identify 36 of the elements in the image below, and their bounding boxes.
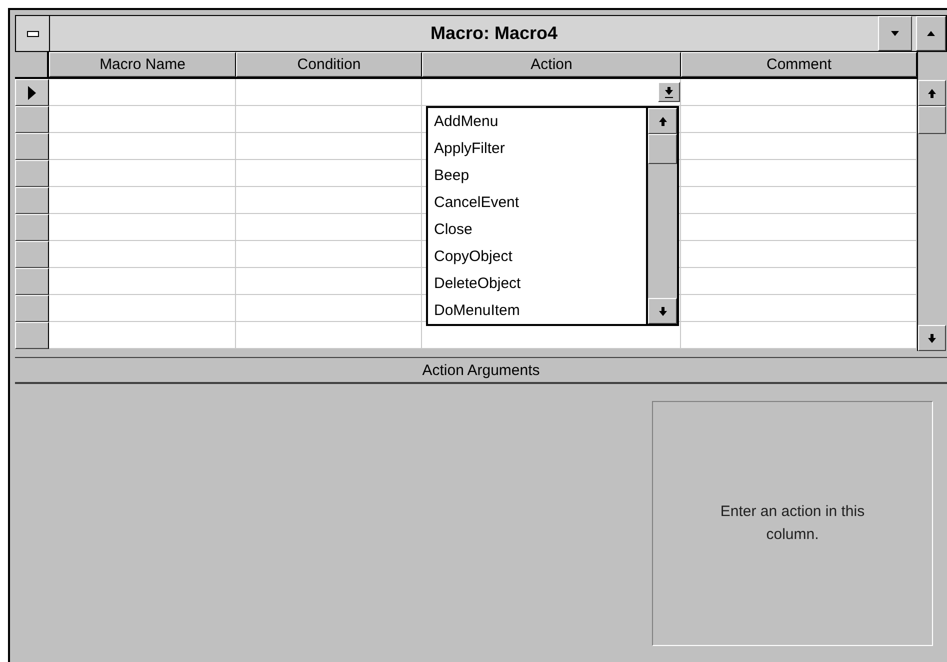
scroll-thumb[interactable] bbox=[918, 106, 946, 134]
table-cell[interactable] bbox=[49, 322, 236, 349]
row-selector[interactable] bbox=[15, 322, 49, 349]
dropdown-button[interactable] bbox=[658, 82, 680, 102]
minimize-button[interactable] bbox=[878, 16, 912, 51]
down-arrow-icon bbox=[658, 306, 668, 316]
scroll-down-button[interactable] bbox=[648, 298, 677, 324]
column-header: Macro Name bbox=[49, 52, 236, 77]
row-selector[interactable] bbox=[15, 106, 49, 133]
control-menu-icon bbox=[26, 30, 38, 36]
scroll-up-button[interactable] bbox=[918, 80, 946, 106]
current-row-icon bbox=[28, 86, 36, 100]
row-selector[interactable] bbox=[15, 133, 49, 160]
column-header: Condition bbox=[236, 52, 422, 77]
column-header: Comment bbox=[681, 52, 917, 77]
row-selector[interactable] bbox=[15, 187, 49, 214]
scroll-thumb[interactable] bbox=[648, 134, 677, 164]
up-arrow-icon bbox=[927, 88, 937, 98]
table-cell[interactable] bbox=[681, 322, 917, 349]
row-selector[interactable] bbox=[15, 295, 49, 322]
down-arrow-icon bbox=[664, 86, 674, 98]
row-selector[interactable] bbox=[15, 214, 49, 241]
up-arrow-icon bbox=[658, 116, 668, 126]
arguments-header: Action Arguments bbox=[15, 357, 947, 384]
row-selector[interactable] bbox=[15, 160, 49, 187]
scroll-down-button[interactable] bbox=[918, 325, 946, 351]
maximize-button[interactable] bbox=[916, 16, 946, 51]
hint-text: Enter an action in this column. bbox=[719, 502, 866, 544]
table-cell[interactable] bbox=[236, 322, 422, 349]
row-selector[interactable] bbox=[15, 268, 49, 295]
scroll-up-button[interactable] bbox=[648, 108, 677, 134]
row-selector[interactable] bbox=[15, 79, 49, 106]
down-arrow-icon bbox=[927, 332, 937, 344]
row-selector[interactable] bbox=[15, 241, 49, 268]
column-header: Action bbox=[422, 52, 681, 77]
window-title: Macro: Macro4 bbox=[430, 22, 558, 45]
